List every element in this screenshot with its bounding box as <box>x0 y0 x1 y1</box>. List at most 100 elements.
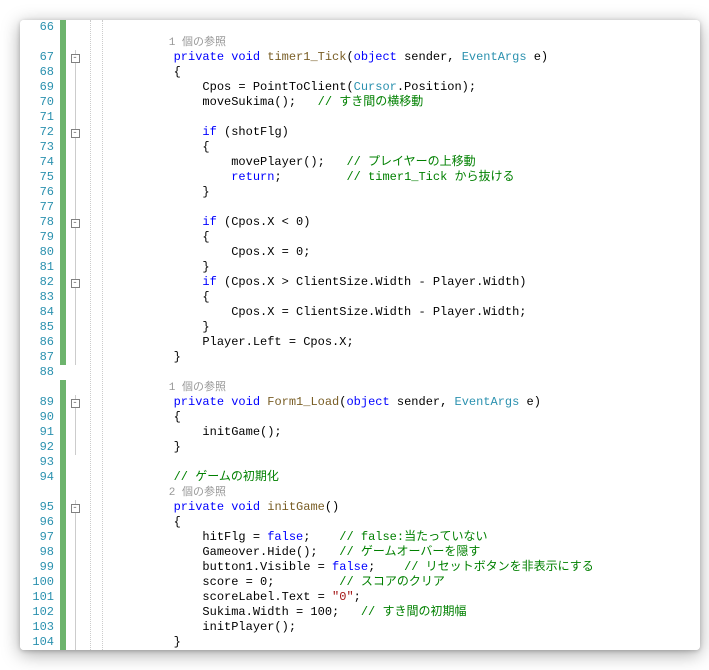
token-kw: object <box>354 50 397 64</box>
code-line[interactable] <box>116 20 700 35</box>
line-number: 67 <box>20 50 54 65</box>
code-line[interactable]: private void timer1_Tick(object sender, … <box>116 50 700 65</box>
code-line[interactable]: } <box>116 350 700 365</box>
code-line[interactable] <box>116 365 700 380</box>
code-line[interactable]: private void Form1_Load(object sender, E… <box>116 395 700 410</box>
code-editor[interactable]: 6667686970717273747576777879808182838485… <box>20 20 700 650</box>
line-number: 82 <box>20 275 54 290</box>
code-line[interactable]: Player.Left = Cpos.X; <box>116 335 700 350</box>
collapse-icon[interactable]: - <box>71 219 80 228</box>
code-line[interactable]: 1 個の参照 <box>116 380 700 395</box>
code-line[interactable]: return; // timer1_Tick から抜ける <box>116 170 700 185</box>
code-line[interactable]: if (shotFlg) <box>116 125 700 140</box>
code-line[interactable]: button1.Visible = false; // リセットボタンを非表示に… <box>116 560 700 575</box>
code-line[interactable]: { <box>116 65 700 80</box>
token-kw: void <box>231 500 260 514</box>
line-number: 98 <box>20 545 54 560</box>
code-line[interactable]: { <box>116 515 700 530</box>
code-line[interactable]: } <box>116 635 700 650</box>
line-number: 78 <box>20 215 54 230</box>
code-line[interactable]: { <box>116 230 700 245</box>
outline-cell <box>66 440 84 455</box>
outline-cell[interactable]: - <box>66 125 84 140</box>
code-line[interactable] <box>116 455 700 470</box>
outline-cell[interactable]: - <box>66 500 84 515</box>
collapse-icon[interactable]: - <box>71 504 80 513</box>
token-txt: } <box>116 440 181 454</box>
code-line[interactable]: private void initGame() <box>116 500 700 515</box>
code-line[interactable]: movePlayer(); // プレイヤーの上移動 <box>116 155 700 170</box>
code-line[interactable]: { <box>116 410 700 425</box>
token-txt: Cpos.X = ClientSize.Width - Player.Width… <box>116 305 526 319</box>
token-txt: } <box>116 320 210 334</box>
code-line[interactable]: hitFlg = false; // false:当たっていない <box>116 530 700 545</box>
code-line[interactable]: if (Cpos.X < 0) <box>116 215 700 230</box>
token-txt: e) <box>519 395 541 409</box>
outline-cell <box>66 305 84 320</box>
token-txt: { <box>116 230 210 244</box>
outline-cell <box>66 635 84 650</box>
token-txt: { <box>116 410 181 424</box>
code-line[interactable]: scoreLabel.Text = "0"; <box>116 590 700 605</box>
outline-cell <box>66 95 84 110</box>
code-line[interactable]: moveSukima(); // すき間の横移動 <box>116 95 700 110</box>
gutter: 6667686970717273747576777879808182838485… <box>20 20 84 650</box>
outline-cell <box>66 380 84 395</box>
token-txt: ; <box>368 560 404 574</box>
code-line[interactable]: { <box>116 140 700 155</box>
code-line[interactable]: score = 0; // スコアのクリア <box>116 575 700 590</box>
token-txt: sender, <box>390 395 455 409</box>
code-line[interactable]: if (Cpos.X > ClientSize.Width - Player.W… <box>116 275 700 290</box>
token-txt: } <box>116 260 210 274</box>
token-kw: object <box>346 395 389 409</box>
token-kw: void <box>231 50 260 64</box>
code-line[interactable]: 1 個の参照 <box>116 35 700 50</box>
outline-cell[interactable]: - <box>66 275 84 290</box>
outline-cell <box>66 425 84 440</box>
code-line[interactable]: } <box>116 260 700 275</box>
line-number: 69 <box>20 80 54 95</box>
token-txt: Sukima.Width = 100; <box>116 605 361 619</box>
code-line[interactable]: { <box>116 290 700 305</box>
outline-cell <box>66 455 84 470</box>
collapse-icon[interactable]: - <box>71 279 80 288</box>
code-line[interactable]: } <box>116 320 700 335</box>
code-line[interactable]: initPlayer(); <box>116 620 700 635</box>
code-line[interactable]: } <box>116 440 700 455</box>
outline-cell <box>66 110 84 125</box>
code-line[interactable]: // ゲームの初期化 <box>116 470 700 485</box>
outline-column[interactable]: - - - - - - <box>66 20 84 650</box>
line-number: 68 <box>20 65 54 80</box>
outline-cell <box>66 35 84 50</box>
outline-cell[interactable]: - <box>66 215 84 230</box>
code-line[interactable]: initGame(); <box>116 425 700 440</box>
outline-cell[interactable]: - <box>66 395 84 410</box>
collapse-icon[interactable]: - <box>71 129 80 138</box>
code-line[interactable]: Cpos.X = ClientSize.Width - Player.Width… <box>116 305 700 320</box>
outline-cell <box>66 185 84 200</box>
outline-cell <box>66 620 84 635</box>
line-number: 77 <box>20 200 54 215</box>
outline-cell[interactable]: - <box>66 50 84 65</box>
token-type: Cursor <box>354 80 397 94</box>
code-line[interactable]: Sukima.Width = 100; // すき間の初期幅 <box>116 605 700 620</box>
token-txt: score = 0; <box>116 575 339 589</box>
code-line[interactable]: Cpos.X = 0; <box>116 245 700 260</box>
code-line[interactable]: } <box>116 185 700 200</box>
code-line[interactable] <box>116 200 700 215</box>
line-number: 88 <box>20 365 54 380</box>
outline-cell <box>66 260 84 275</box>
code-line[interactable]: 2 個の参照 <box>116 485 700 500</box>
token-type: EventArgs <box>455 395 520 409</box>
collapse-icon[interactable]: - <box>71 399 80 408</box>
line-number: 96 <box>20 515 54 530</box>
token-txt: (shotFlg) <box>217 125 289 139</box>
token-txt: initPlayer(); <box>116 620 296 634</box>
code-line[interactable]: Cpos = PointToClient(Cursor.Position); <box>116 80 700 95</box>
code-line[interactable]: Gameover.Hide(); // ゲームオーバーを隠す <box>116 545 700 560</box>
line-number: 83 <box>20 290 54 305</box>
collapse-icon[interactable]: - <box>71 54 80 63</box>
code-line[interactable] <box>116 110 700 125</box>
code-area[interactable]: 1 個の参照 private void timer1_Tick(object s… <box>114 20 700 650</box>
token-txt: hitFlg = <box>116 530 267 544</box>
